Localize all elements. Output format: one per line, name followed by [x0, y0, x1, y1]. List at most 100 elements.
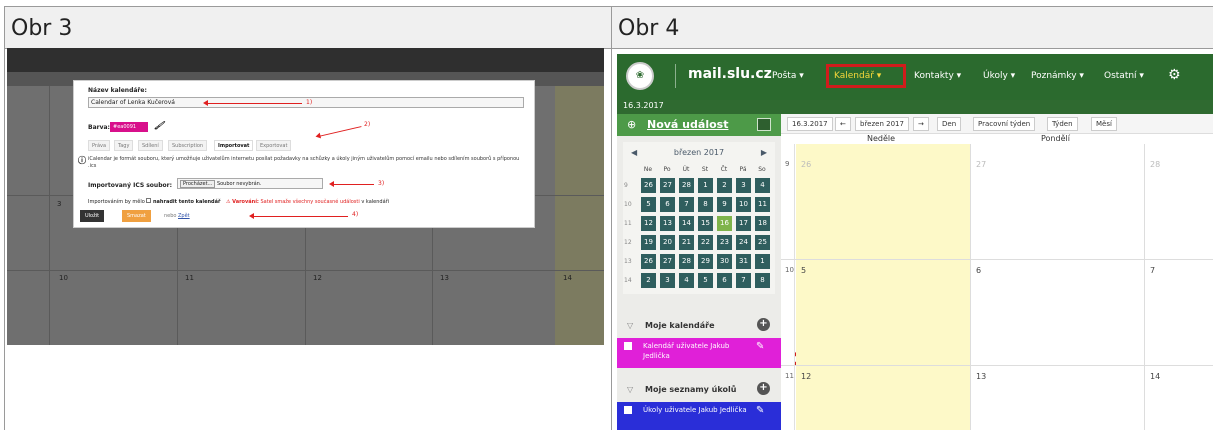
mini-calendar-day[interactable]: 28	[679, 254, 694, 269]
day-cell[interactable]: 26	[801, 160, 811, 169]
back-link[interactable]: Zpět	[178, 213, 190, 219]
mini-calendar-day[interactable]: 9	[717, 197, 732, 212]
figure-3-header: Obr 3	[4, 6, 612, 49]
mini-calendar-day[interactable]: 1	[755, 254, 770, 269]
tab-import[interactable]: Importovat	[214, 140, 254, 151]
day-cell[interactable]: 12	[801, 372, 811, 381]
mini-calendar-day[interactable]: 2	[641, 273, 656, 288]
toolbar-date[interactable]: 16.3.2017	[787, 117, 833, 131]
palette-icon[interactable]: 🖌	[154, 121, 164, 130]
mini-calendar-day[interactable]: 27	[660, 178, 675, 193]
view-day[interactable]: Den	[937, 117, 962, 131]
mini-calendar-day[interactable]: 14	[679, 216, 694, 231]
menu-notes[interactable]: Poznámky ▾	[1031, 71, 1084, 81]
mini-calendar-day[interactable]: 15	[698, 216, 713, 231]
mini-calendar-day[interactable]: 21	[679, 235, 694, 250]
mini-calendar-day[interactable]: 5	[698, 273, 713, 288]
mini-calendar-day[interactable]: 7	[736, 273, 751, 288]
browse-button[interactable]: Procházet...	[180, 180, 216, 188]
weekday-header: Ne	[643, 166, 653, 173]
mini-calendar-day[interactable]: 22	[698, 235, 713, 250]
day-cell[interactable]: 7	[1150, 266, 1155, 275]
new-event-button[interactable]: Nová událost	[647, 118, 728, 131]
mini-calendar-day[interactable]: 12	[641, 216, 656, 231]
mini-calendar-day[interactable]: 3	[736, 178, 751, 193]
mini-calendar-day[interactable]: 6	[660, 197, 675, 212]
day-cell[interactable]: 5	[801, 266, 806, 275]
next-month-arrow-icon[interactable]: ▶	[761, 148, 767, 157]
ics-file-input[interactable]: Procházet... Soubor nevybrán.	[177, 178, 323, 189]
tab-sharing[interactable]: Sdílení	[138, 140, 163, 151]
calendar-icon[interactable]	[757, 118, 771, 131]
mini-calendar-month[interactable]: březen 2017	[623, 148, 775, 157]
mini-calendar-day[interactable]: 31	[736, 254, 751, 269]
mini-calendar-day[interactable]: 13	[660, 216, 675, 231]
toolbar-month[interactable]: březen 2017	[855, 117, 909, 131]
view-workweek[interactable]: Pracovní týden	[973, 117, 1036, 131]
add-icon[interactable]: ⊕	[627, 118, 636, 131]
replace-checkbox[interactable]	[146, 198, 152, 203]
mini-calendar-day[interactable]: 30	[717, 254, 732, 269]
menu-contacts[interactable]: Kontakty ▾	[914, 71, 961, 81]
collapse-icon[interactable]: ▽	[627, 321, 633, 330]
mini-calendar-day[interactable]: 3	[660, 273, 675, 288]
day-cell[interactable]: 14	[1150, 372, 1160, 381]
collapse-icon[interactable]: ▽	[627, 385, 633, 394]
mini-calendar-day[interactable]: 2	[717, 178, 732, 193]
mini-calendar-day[interactable]: 24	[736, 235, 751, 250]
next-arrow-icon[interactable]: →	[913, 117, 929, 131]
university-logo-icon[interactable]: ❀	[626, 62, 654, 90]
view-week[interactable]: Týden	[1047, 117, 1078, 131]
mini-calendar-day[interactable]: 17	[736, 216, 751, 231]
edit-pencil-icon[interactable]: ✎	[756, 341, 764, 352]
mini-calendar-day[interactable]: 19	[641, 235, 656, 250]
mini-calendar-day[interactable]: 26	[641, 254, 656, 269]
tasklist-list-item[interactable]: Úkoly uživatele Jakub Jedlička ✎	[617, 402, 781, 430]
mini-calendar-day[interactable]: 1	[698, 178, 713, 193]
grid-day-number: 10	[59, 274, 68, 282]
mini-calendar-day[interactable]: 29	[698, 254, 713, 269]
mini-calendar-day[interactable]: 25	[755, 235, 770, 250]
site-title[interactable]: mail.slu.cz	[688, 66, 772, 82]
day-cell[interactable]: 6	[976, 266, 981, 275]
mini-calendar-day[interactable]: 11	[755, 197, 770, 212]
tasklist-checkbox[interactable]	[624, 406, 632, 414]
mini-calendar-day[interactable]: 28	[679, 178, 694, 193]
tab-subscription[interactable]: Subscription	[168, 140, 208, 151]
gear-icon[interactable]: ⚙	[1168, 67, 1181, 83]
view-month[interactable]: Měsí	[1091, 117, 1117, 131]
calendar-list-item[interactable]: Kalendář uživatele Jakub Jedlička ✎	[617, 338, 781, 368]
mini-calendar-day[interactable]: 27	[660, 254, 675, 269]
mini-calendar-day[interactable]: 20	[660, 235, 675, 250]
mini-calendar-day[interactable]: 18	[755, 216, 770, 231]
edit-pencil-icon[interactable]: ✎	[756, 405, 764, 416]
menu-tasks[interactable]: Úkoly ▾	[983, 71, 1015, 81]
save-button[interactable]: Uložit	[80, 210, 105, 222]
tab-rights[interactable]: Práva	[88, 140, 111, 151]
mini-calendar-day[interactable]: 23	[717, 235, 732, 250]
menu-other[interactable]: Ostatní ▾	[1104, 71, 1144, 81]
add-calendar-icon[interactable]: +	[757, 318, 770, 331]
mini-calendar-day[interactable]: 8	[755, 273, 770, 288]
day-cell[interactable]: 28	[1150, 160, 1160, 169]
prev-arrow-icon[interactable]: ←	[835, 117, 851, 131]
calendar-checkbox[interactable]	[624, 342, 632, 350]
tab-export[interactable]: Exportovat	[256, 140, 292, 151]
menu-mail[interactable]: Pošta ▾	[772, 71, 804, 81]
mini-calendar-day[interactable]: 6	[717, 273, 732, 288]
mini-calendar-day[interactable]: 7	[679, 197, 694, 212]
mini-calendar-day[interactable]: 4	[679, 273, 694, 288]
tab-tags[interactable]: Tagy	[114, 140, 134, 151]
add-tasklist-icon[interactable]: +	[757, 382, 770, 395]
mini-calendar-day[interactable]: 4	[755, 178, 770, 193]
color-swatch[interactable]: #ea0091	[110, 122, 148, 132]
mini-calendar-day[interactable]: 5	[641, 197, 656, 212]
mini-calendar-day[interactable]: 26	[641, 178, 656, 193]
day-cell[interactable]: 13	[976, 372, 986, 381]
mini-calendar-day[interactable]: 16	[717, 216, 732, 231]
mini-calendar-day[interactable]: 10	[736, 197, 751, 212]
delete-button[interactable]: Smazat	[122, 210, 151, 222]
day-cell[interactable]: 27	[976, 160, 986, 169]
annotation-arrow	[249, 213, 348, 219]
mini-calendar-day[interactable]: 8	[698, 197, 713, 212]
